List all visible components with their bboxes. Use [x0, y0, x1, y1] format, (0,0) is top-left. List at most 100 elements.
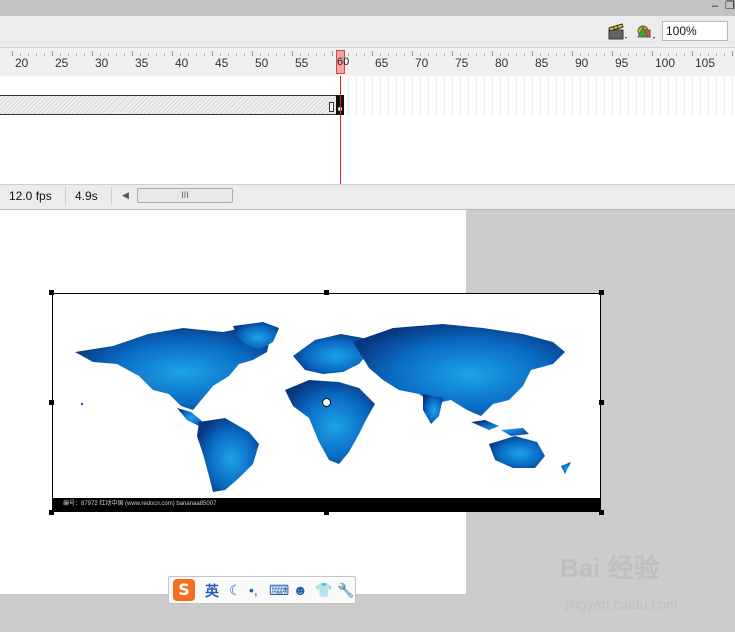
minimize-button[interactable]: –	[712, 0, 718, 12]
ruler-tick	[652, 51, 653, 56]
ruler-tick	[52, 51, 53, 56]
ruler-tick	[604, 53, 605, 56]
symbols-icon[interactable]	[635, 22, 657, 42]
end-frame-marker[interactable]	[329, 102, 334, 112]
ruler-tick	[636, 53, 637, 56]
transform-center-point[interactable]	[322, 398, 331, 407]
clapper-icon[interactable]	[607, 22, 629, 42]
ruler-tick	[596, 53, 597, 56]
ruler-tick	[212, 51, 213, 56]
ruler-label: 50	[255, 56, 269, 70]
resize-handle-bottom[interactable]	[324, 510, 329, 515]
punctuation-icon[interactable]: •,	[249, 582, 258, 598]
ruler-tick	[84, 53, 85, 56]
ruler-tick	[564, 53, 565, 56]
ruler-tick	[724, 53, 725, 56]
ruler-tick	[452, 51, 453, 56]
ruler-tick	[644, 53, 645, 56]
ruler-tick	[412, 51, 413, 56]
ruler-tick	[444, 53, 445, 56]
ruler-label: 105	[695, 56, 716, 70]
ruler-tick	[356, 53, 357, 56]
ruler-label: 85	[535, 56, 549, 70]
resize-handle-left[interactable]	[49, 400, 54, 405]
elapsed-time: 4.9s	[70, 187, 112, 205]
sogou-logo-icon[interactable]: S	[173, 579, 195, 601]
ruler-tick	[332, 51, 333, 56]
ime-toolbar: S 英 ☾ •, ⌨ ☻ 👕 🔧	[168, 576, 356, 604]
ruler-tick	[284, 53, 285, 56]
ruler-tick	[436, 53, 437, 56]
ruler-tick	[316, 53, 317, 56]
ruler-tick	[732, 51, 733, 56]
ruler-tick	[324, 53, 325, 56]
ruler-tick	[484, 53, 485, 56]
resize-handle-bottom-left[interactable]	[49, 510, 54, 515]
frame-rate[interactable]: 12.0 fps	[4, 187, 66, 205]
ruler-tick	[156, 53, 157, 56]
timeline-tracks[interactable]	[0, 76, 735, 184]
ruler-tick	[196, 53, 197, 56]
ruler-tick	[612, 51, 613, 56]
playhead-line	[340, 76, 341, 184]
layer-frames-span[interactable]	[0, 95, 336, 115]
ruler-tick	[44, 53, 45, 56]
user-icon[interactable]: ☻	[293, 582, 308, 598]
resize-handle-top-right[interactable]	[599, 290, 604, 295]
horizontal-scrollbar-thumb[interactable]: III	[137, 188, 233, 203]
ruler-tick	[556, 53, 557, 56]
ruler-tick	[372, 51, 373, 56]
ruler-tick	[292, 51, 293, 56]
ruler-tick	[236, 53, 237, 56]
title-bar: – ❐	[0, 0, 735, 16]
ruler-tick	[492, 51, 493, 56]
ruler-label: 55	[295, 56, 309, 70]
ruler-tick	[36, 53, 37, 56]
ruler-label: 25	[55, 56, 69, 70]
ruler-tick	[396, 53, 397, 56]
ruler-label: 80	[495, 56, 509, 70]
scroll-left-arrow-icon[interactable]: ◀	[122, 190, 129, 201]
ruler-tick	[276, 53, 277, 56]
resize-handle-top[interactable]	[324, 290, 329, 295]
ruler-label: 95	[615, 56, 629, 70]
ruler-label: 30	[95, 56, 109, 70]
ruler-label: 90	[575, 56, 589, 70]
ruler-tick	[404, 53, 405, 56]
ime-language-mode[interactable]: 英	[205, 581, 219, 601]
ruler-tick	[516, 53, 517, 56]
ruler-tick	[164, 53, 165, 56]
ruler-label: 65	[375, 56, 389, 70]
ruler-tick	[364, 53, 365, 56]
baidu-jingyan-watermark: Bai 经验 jingyan.baidu.com	[560, 548, 732, 618]
ruler-tick	[476, 53, 477, 56]
ruler-label: 45	[215, 56, 229, 70]
ruler-label: 100	[655, 56, 676, 70]
ruler-tick	[92, 51, 93, 56]
ruler-tick	[172, 51, 173, 56]
ruler-label: 40	[175, 56, 189, 70]
ruler-tick	[116, 53, 117, 56]
zoom-field[interactable]: 100%	[662, 21, 728, 41]
resize-handle-top-left[interactable]	[49, 290, 54, 295]
resize-handle-bottom-right[interactable]	[599, 510, 604, 515]
keyboard-icon[interactable]: ⌨	[269, 582, 289, 598]
ruler-tick	[76, 53, 77, 56]
skin-shirt-icon[interactable]: 👕	[315, 582, 332, 598]
frame-ruler[interactable]: 20 25 30 35 40 45 50 55 65 70 75 80 85 90 95 100 105	[0, 48, 735, 77]
ruler-label: 20	[15, 56, 29, 70]
restore-button[interactable]: ❐	[725, 0, 735, 12]
timeline-status-bar: 12.0 fps 4.9s ◀ III	[0, 184, 735, 211]
moon-icon[interactable]: ☾	[229, 582, 242, 598]
ruler-tick	[252, 51, 253, 56]
ruler-tick	[124, 53, 125, 56]
ruler-tick	[244, 53, 245, 56]
ruler-tick	[684, 53, 685, 56]
ruler-tick	[676, 53, 677, 56]
ruler-tick	[692, 51, 693, 56]
ruler-tick	[532, 51, 533, 56]
frame-grid	[340, 76, 735, 116]
ruler-tick	[12, 51, 13, 56]
resize-handle-right[interactable]	[599, 400, 604, 405]
wrench-icon[interactable]: 🔧	[337, 582, 354, 598]
